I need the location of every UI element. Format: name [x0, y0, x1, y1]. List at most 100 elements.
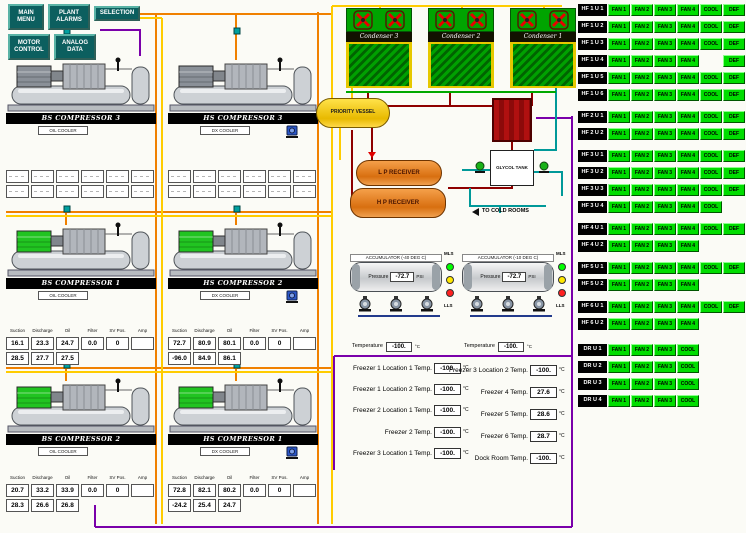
status-cell-fan-1[interactable]: FAN 1	[608, 184, 630, 196]
status-cell-fan-4[interactable]: FAN 4	[677, 72, 699, 84]
status-cell-fan-4[interactable]: FAN 4	[677, 318, 699, 330]
status-cell-def[interactable]: DEF	[723, 4, 745, 16]
status-cell-fan-3[interactable]: FAN 3	[654, 201, 676, 213]
status-cell-def[interactable]: DEF	[723, 184, 745, 196]
status-cell-fan-1[interactable]: FAN 1	[608, 223, 630, 235]
compressor-unit-hs-compressor-1[interactable]: HS COMPRESSOR 1 DX COOLER	[168, 376, 318, 462]
status-cell-fan-2[interactable]: FAN 2	[631, 55, 653, 67]
status-cell-def[interactable]: DEF	[723, 55, 745, 67]
status-cell-fan-1[interactable]: FAN 1	[608, 4, 630, 16]
status-cell-fan-1[interactable]: FAN 1	[608, 167, 630, 179]
status-cell-fan-1[interactable]: FAN 1	[608, 111, 630, 123]
status-cell-fan-4[interactable]: FAN 4	[677, 128, 699, 140]
status-cell-cool[interactable]: COOL	[700, 262, 722, 274]
status-cell-fan-2[interactable]: FAN 2	[631, 167, 653, 179]
status-cell-fan-3[interactable]: FAN 3	[654, 223, 676, 235]
status-cell-fan-2[interactable]: FAN 2	[631, 111, 653, 123]
status-cell-cool[interactable]: COOL	[700, 184, 722, 196]
status-cell-fan-2[interactable]: FAN 2	[631, 240, 653, 252]
status-cell-fan-2[interactable]: FAN 2	[631, 361, 653, 373]
status-cell-fan-4[interactable]: FAN 4	[677, 201, 699, 213]
status-cell-fan-3[interactable]: FAN 3	[654, 279, 676, 291]
status-cell-fan-2[interactable]: FAN 2	[631, 128, 653, 140]
status-cell-cool[interactable]: COOL	[700, 128, 722, 140]
status-cell-fan-4[interactable]: FAN 4	[677, 111, 699, 123]
status-cell-fan-1[interactable]: FAN 1	[608, 279, 630, 291]
status-cell-fan-4[interactable]: FAN 4	[677, 150, 699, 162]
nav-button-main-menu[interactable]: MAIN MENU	[8, 4, 44, 30]
status-cell-fan-3[interactable]: FAN 3	[654, 361, 676, 373]
status-cell-fan-3[interactable]: FAN 3	[654, 262, 676, 274]
status-cell-fan-1[interactable]: FAN 1	[608, 89, 630, 101]
status-cell-cool[interactable]: COOL	[700, 301, 722, 313]
status-cell-cool[interactable]: COOL	[700, 150, 722, 162]
status-cell-fan-1[interactable]: FAN 1	[608, 344, 630, 356]
status-cell-fan-2[interactable]: FAN 2	[631, 72, 653, 84]
status-cell-def[interactable]: DEF	[723, 89, 745, 101]
status-cell-fan-1[interactable]: FAN 1	[608, 395, 630, 407]
status-cell-fan-3[interactable]: FAN 3	[654, 128, 676, 140]
status-cell-fan-3[interactable]: FAN 3	[654, 167, 676, 179]
status-cell-fan-3[interactable]: FAN 3	[654, 55, 676, 67]
status-cell-fan-2[interactable]: FAN 2	[631, 318, 653, 330]
status-cell-def[interactable]: DEF	[723, 38, 745, 50]
status-cell-fan-2[interactable]: FAN 2	[631, 395, 653, 407]
nav-button-motor-control[interactable]: MOTOR CONTROL	[8, 34, 50, 60]
status-cell-cool[interactable]: COOL	[677, 344, 699, 356]
status-cell-fan-4[interactable]: FAN 4	[677, 55, 699, 67]
status-cell-fan-4[interactable]: FAN 4	[677, 301, 699, 313]
status-cell-fan-2[interactable]: FAN 2	[631, 4, 653, 16]
status-cell-fan-1[interactable]: FAN 1	[608, 361, 630, 373]
status-cell-fan-1[interactable]: FAN 1	[608, 262, 630, 274]
status-cell-fan-2[interactable]: FAN 2	[631, 184, 653, 196]
compressor-unit-bs-compressor-3[interactable]: BS COMPRESSOR 3 OIL COOLER	[6, 55, 156, 141]
status-cell-fan-4[interactable]: FAN 4	[677, 89, 699, 101]
status-cell-cool[interactable]: COOL	[700, 4, 722, 16]
status-cell-fan-2[interactable]: FAN 2	[631, 21, 653, 33]
status-cell-def[interactable]: DEF	[723, 72, 745, 84]
status-cell-fan-1[interactable]: FAN 1	[608, 201, 630, 213]
status-cell-cool[interactable]: COOL	[677, 361, 699, 373]
status-cell-fan-1[interactable]: FAN 1	[608, 38, 630, 50]
status-cell-fan-1[interactable]: FAN 1	[608, 301, 630, 313]
nav-button-selection[interactable]: SELECTION	[94, 6, 140, 21]
status-cell-fan-4[interactable]: FAN 4	[677, 279, 699, 291]
compressor-unit-bs-compressor-1[interactable]: BS COMPRESSOR 1 OIL COOLER	[6, 220, 156, 306]
status-cell-cool[interactable]: COOL	[700, 201, 722, 213]
status-cell-cool[interactable]: COOL	[700, 38, 722, 50]
status-cell-fan-2[interactable]: FAN 2	[631, 262, 653, 274]
status-cell-fan-3[interactable]: FAN 3	[654, 395, 676, 407]
compressor-unit-hs-compressor-3[interactable]: HS COMPRESSOR 3 DX COOLER	[168, 55, 318, 141]
status-cell-fan-2[interactable]: FAN 2	[631, 344, 653, 356]
status-cell-fan-4[interactable]: FAN 4	[677, 184, 699, 196]
status-cell-fan-3[interactable]: FAN 3	[654, 318, 676, 330]
status-cell-fan-4[interactable]: FAN 4	[677, 21, 699, 33]
compressor-unit-bs-compressor-2[interactable]: BS COMPRESSOR 2 OIL COOLER	[6, 376, 156, 462]
status-cell-fan-2[interactable]: FAN 2	[631, 378, 653, 390]
status-cell-fan-3[interactable]: FAN 3	[654, 184, 676, 196]
status-cell-fan-2[interactable]: FAN 2	[631, 201, 653, 213]
status-cell-fan-2[interactable]: FAN 2	[631, 301, 653, 313]
status-cell-fan-3[interactable]: FAN 3	[654, 378, 676, 390]
status-cell-fan-4[interactable]: FAN 4	[677, 167, 699, 179]
status-cell-cool[interactable]: COOL	[700, 223, 722, 235]
status-cell-cool[interactable]: COOL	[700, 111, 722, 123]
status-cell-fan-1[interactable]: FAN 1	[608, 55, 630, 67]
status-cell-fan-1[interactable]: FAN 1	[608, 128, 630, 140]
status-cell-fan-3[interactable]: FAN 3	[654, 38, 676, 50]
nav-button-plant-alarms[interactable]: PLANT ALARMS	[48, 4, 90, 30]
status-cell-fan-3[interactable]: FAN 3	[654, 72, 676, 84]
status-cell-fan-4[interactable]: FAN 4	[677, 262, 699, 274]
status-cell-fan-3[interactable]: FAN 3	[654, 111, 676, 123]
status-cell-fan-3[interactable]: FAN 3	[654, 150, 676, 162]
status-cell-def[interactable]: DEF	[723, 150, 745, 162]
status-cell-fan-2[interactable]: FAN 2	[631, 150, 653, 162]
status-cell-def[interactable]: DEF	[723, 128, 745, 140]
status-cell-cool[interactable]: COOL	[677, 378, 699, 390]
status-cell-fan-4[interactable]: FAN 4	[677, 223, 699, 235]
status-cell-fan-2[interactable]: FAN 2	[631, 89, 653, 101]
status-cell-fan-3[interactable]: FAN 3	[654, 301, 676, 313]
status-cell-fan-1[interactable]: FAN 1	[608, 150, 630, 162]
status-cell-fan-1[interactable]: FAN 1	[608, 240, 630, 252]
status-cell-fan-3[interactable]: FAN 3	[654, 344, 676, 356]
